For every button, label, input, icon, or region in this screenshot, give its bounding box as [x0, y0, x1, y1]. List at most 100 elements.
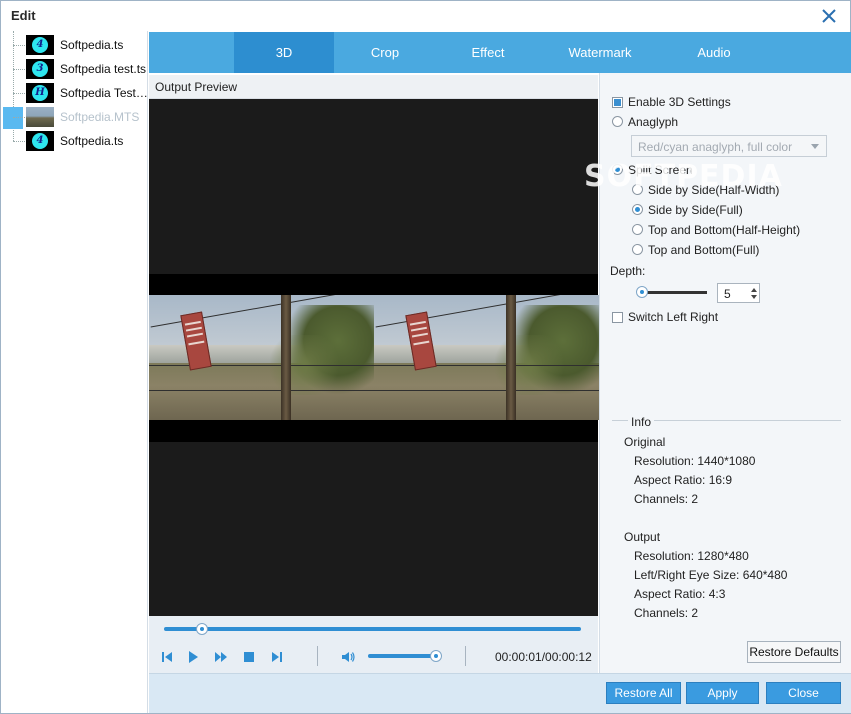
dialog-footer: Restore All Apply Close: [149, 673, 851, 713]
spin-up-icon[interactable]: [751, 288, 757, 292]
right-eye-frame: [374, 295, 599, 420]
volume-handle[interactable]: [430, 650, 442, 662]
output-heading: Output: [624, 530, 661, 544]
video-thumbnail: H: [26, 83, 54, 103]
fast-forward-icon: [215, 652, 227, 662]
anaglyph-label: Anaglyph: [628, 115, 679, 129]
output-resolution: Resolution: 1280*480: [634, 549, 749, 563]
thumbnail-glyph: 4: [32, 133, 48, 149]
edit-window: Edit 4 Softpedia.ts 3 Softpedia test.ts H Sof…: [0, 0, 851, 714]
checkbox-box: [612, 97, 623, 108]
seek-handle[interactable]: [195, 623, 208, 635]
output-channels: Channels: 2: [634, 606, 699, 620]
spin-down-icon[interactable]: [751, 295, 757, 299]
radio-circle: [632, 224, 643, 235]
thumbnail-glyph: 3: [32, 61, 48, 77]
tab-watermark[interactable]: Watermark: [540, 32, 660, 73]
volume-slider[interactable]: [368, 650, 442, 662]
switch-left-right-label: Switch Left Right: [628, 310, 719, 324]
playback-controls: 00:00:01/00:00:12: [149, 616, 598, 673]
control-separator: [465, 646, 466, 666]
anaglyph-type-select[interactable]: Red/cyan anaglyph, full color: [631, 135, 827, 157]
tab-bar: 3D Crop Effect Watermark Audio: [149, 32, 851, 73]
file-name: Softpedia.ts: [60, 38, 124, 52]
original-resolution: Resolution: 1440*1080: [634, 454, 756, 468]
file-list-item[interactable]: 4 Softpedia.ts: [1, 33, 148, 57]
file-name: Softpedia Test…: [60, 86, 148, 100]
video-thumbnail: 4: [26, 131, 54, 151]
radio-circle: [632, 204, 643, 215]
previous-frame-button[interactable]: [159, 649, 175, 665]
chevron-down-icon: [811, 144, 819, 149]
close-icon: [822, 9, 836, 23]
split-option-label: Top and Bottom(Full): [648, 243, 760, 257]
preview-title: Output Preview: [155, 80, 238, 94]
time-display: 00:00:01/00:00:12: [495, 650, 592, 664]
video-preview: [149, 99, 599, 616]
tab-crop[interactable]: Crop: [335, 32, 435, 73]
file-name: Softpedia test.ts: [60, 62, 147, 76]
depth-label: Depth:: [610, 264, 646, 278]
depth-slider[interactable]: [636, 286, 707, 298]
tree-connector: [13, 141, 25, 142]
play-button[interactable]: [185, 649, 201, 665]
info-title: Info: [628, 415, 655, 429]
stop-button[interactable]: [241, 649, 257, 665]
title-bar: Edit: [1, 1, 850, 31]
file-list-item[interactable]: 3 Softpedia test.ts: [1, 57, 148, 81]
enable-3d-label: Enable 3D Settings: [628, 95, 731, 109]
window-title: Edit: [11, 8, 36, 23]
radio-circle: [612, 116, 623, 127]
depth-spinbox[interactable]: 5: [717, 283, 760, 303]
tab-effect[interactable]: Effect: [438, 32, 538, 73]
file-list: 4 Softpedia.ts 3 Softpedia test.ts H Softpedi…: [1, 31, 148, 713]
thumbnail-glyph: 4: [32, 37, 48, 53]
original-heading: Original: [624, 435, 666, 449]
tree-connector: [13, 117, 25, 118]
left-eye-frame: [149, 295, 374, 420]
output-eye-size: Left/Right Eye Size: 640*480: [634, 568, 788, 582]
speaker-icon: [342, 652, 355, 662]
skip-start-icon: [162, 652, 172, 662]
output-aspect-ratio: Aspect Ratio: 4:3: [634, 587, 726, 601]
tree-connector: [13, 45, 25, 46]
split-option-label: Side by Side(Full): [648, 203, 743, 217]
video-thumbnail: 4: [26, 35, 54, 55]
checkbox-box: [612, 312, 623, 323]
tab-3d[interactable]: 3D: [234, 32, 334, 73]
selection-marker: [3, 107, 23, 129]
tree-connector: [13, 69, 25, 70]
restore-defaults-button[interactable]: Restore Defaults: [747, 641, 841, 663]
preview-header: Output Preview: [149, 75, 598, 99]
softpedia-watermark: SOFTPEDIA: [584, 159, 783, 194]
original-aspect-ratio: Aspect Ratio: 16:9: [634, 473, 733, 487]
close-button[interactable]: Close: [766, 682, 841, 704]
file-name: Softpedia.MTS: [60, 110, 140, 124]
skip-end-icon: [272, 652, 282, 662]
apply-button[interactable]: Apply: [686, 682, 759, 704]
original-channels: Channels: 2: [634, 492, 699, 506]
close-window-button[interactable]: [820, 7, 838, 25]
split-option-label: Top and Bottom(Half-Height): [648, 223, 801, 237]
file-list-item[interactable]: H Softpedia Test…: [1, 81, 148, 105]
restore-all-button[interactable]: Restore All: [606, 682, 681, 704]
stop-icon: [244, 652, 254, 662]
control-separator: [317, 646, 318, 666]
file-name: Softpedia.ts: [60, 134, 124, 148]
thumbnail-glyph: H: [32, 85, 48, 101]
fast-forward-button[interactable]: [213, 649, 229, 665]
skip-end-button[interactable]: [269, 649, 285, 665]
file-list-item[interactable]: 4 Softpedia.ts: [1, 129, 148, 153]
file-list-item[interactable]: Softpedia.MTS: [1, 105, 148, 129]
video-thumbnail: [26, 107, 54, 127]
tree-connector: [13, 93, 25, 94]
radio-circle: [632, 244, 643, 255]
seek-bar[interactable]: [164, 623, 581, 635]
depth-value: 5: [724, 287, 731, 301]
tab-audio[interactable]: Audio: [664, 32, 764, 73]
play-icon: [189, 651, 198, 663]
anaglyph-type-value: Red/cyan anaglyph, full color: [638, 140, 793, 154]
depth-handle[interactable]: [636, 286, 648, 298]
video-thumbnail: 3: [26, 59, 54, 79]
mute-button[interactable]: [340, 649, 356, 665]
